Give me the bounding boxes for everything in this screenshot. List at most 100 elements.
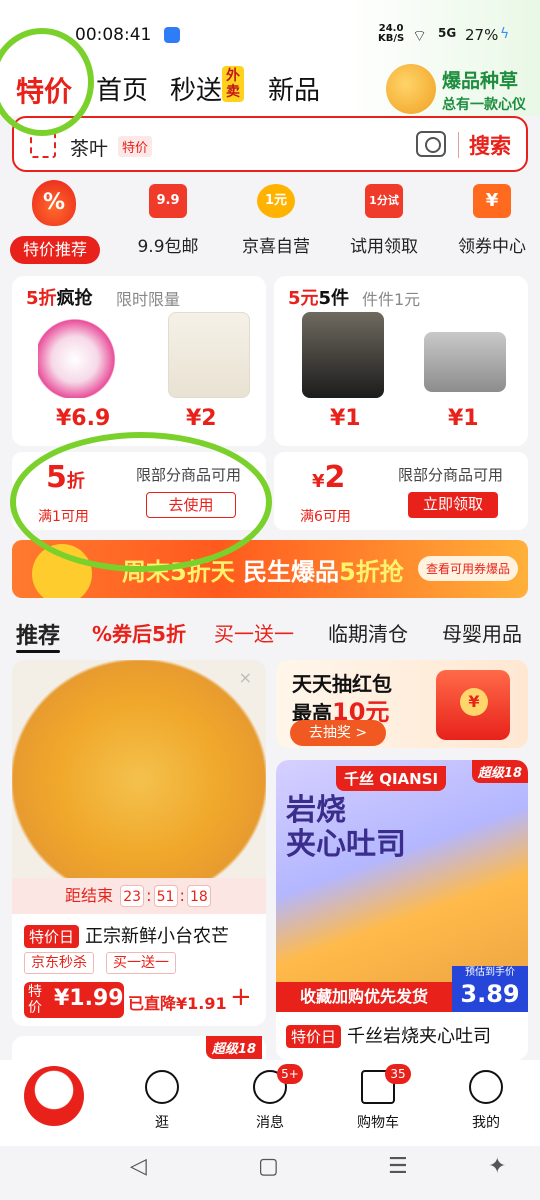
nav-stroll[interactable]: 逛 [122,1070,202,1132]
tab-miaosong[interactable]: 秒送 [170,70,222,107]
super18-badge: 超级18 [205,1036,262,1059]
promo-subtitle: 总有一款心仪 [442,97,526,113]
estimated-price: 预估到手价 3.89 [452,966,528,1012]
coupon-condition: 满6可用 [300,509,351,525]
priority-ship-bar: 收藏加购优先发货 [276,982,452,1012]
trial-gift-icon: 1分试 [365,184,403,218]
tab-clearance[interactable]: 临期清仓 [328,618,408,647]
towel-image [424,332,506,392]
charging-icon: ϟ [500,26,510,42]
tab-new[interactable]: 新品 [268,70,320,107]
deal-heading: 5折疯抢 [26,288,93,309]
back-icon[interactable]: ◁ [130,1154,147,1179]
tag-jd-seckill: 京东秒杀 [24,952,94,974]
search-input[interactable]: 茶叶 [70,134,108,161]
banner-button[interactable]: 查看可用券爆品 [417,556,518,581]
battery-level: 27% [465,26,499,44]
category-label: 试用领取 [350,237,418,257]
tab-half-after-coupon[interactable]: %券后5折 [92,618,186,647]
message-badge: 5+ [277,1064,303,1084]
shoe-icon [386,64,436,114]
close-icon[interactable]: × [239,668,252,687]
search-tag: 特价 [118,136,153,157]
countdown-timer: 距结束 23:51:18 [12,878,266,914]
promo-banner[interactable]: 爆品种草 总有一款心仪 [380,54,540,124]
camera-icon[interactable] [416,131,446,157]
cart-icon: 35 [361,1064,411,1104]
coupon-condition: 满1可用 [38,509,89,525]
accessibility-icon[interactable]: ✦ [488,1154,506,1179]
use-coupon-button[interactable]: 去使用 [146,492,236,518]
scan-icon[interactable] [30,132,56,158]
add-to-cart-icon[interactable]: + [230,982,252,1012]
top-tab-bar: 特价 首页 秒送 外卖 新品 爆品种草 总有一款心仪 [0,60,540,116]
banner-title: 周末5折天 民生爆品5折抢 [122,558,404,586]
deal-price: ¥1 [448,406,479,431]
coupon-half-price[interactable]: 5折 满1可用 限部分商品可用 去使用 [12,452,266,530]
tab-recommend[interactable]: 推荐 [16,618,60,653]
category-label: 领券中心 [458,237,526,257]
category-jingxi-ziying[interactable]: 1元 京喜自营 [226,184,326,257]
status-time: 00:08:41 [75,25,152,45]
weekend-sale-banner[interactable]: 周末5折天 民生爆品5折抢 查看可用券爆品 [12,540,528,598]
product-card-mango[interactable]: × 距结束 23:51:18 特价日 正宗新鲜小台农芒 京东秒杀 买一送一 特价 … [12,660,266,1026]
category-coupon-center[interactable]: ¥ 领券中心 [442,184,540,257]
search-bar[interactable]: 茶叶 特价 搜索 [12,116,528,172]
coupon-desc: 限部分商品可用 [398,466,504,484]
category-label: 特价推荐 [10,236,100,264]
home-icon[interactable]: ▢ [258,1154,279,1179]
price-box: 特价 ¥1.99 [24,982,124,1018]
toast-image: 千丝 QIANSI 超级18 岩烧 夹心吐司 收藏加购优先发货 预估到手价 3.8… [276,760,528,1012]
nav-profile[interactable]: 我的 [446,1070,526,1132]
dragon-fruit-image [38,312,120,398]
toast-headline: 岩烧 夹心吐司 [286,793,406,862]
promo-title: 爆品种草 [442,70,519,92]
cart-badge: 35 [385,1064,411,1084]
category-99-baoyou[interactable]: 9.9 9.9包邮 [118,184,218,257]
product-title: 特价日 千丝岩烧夹心吐司 [286,1022,491,1048]
nav-messages[interactable]: 5+ 消息 [230,1064,310,1132]
tab-home[interactable]: 首页 [96,70,148,107]
search-divider [458,132,459,158]
price-drop: 已直降¥1.91 [128,994,227,1013]
category-label: 京喜自营 [242,237,310,257]
nav-cart[interactable]: 35 购物车 [338,1064,418,1132]
claim-coupon-button[interactable]: 立即领取 [408,492,498,518]
message-icon: 5+ [253,1064,303,1104]
red-packet-card[interactable]: 天天抽红包 最高10元 去抽奖 > [276,660,528,748]
red-envelope-icon [436,670,510,740]
deal-price: ¥2 [186,406,217,431]
recents-icon[interactable]: ☰ [388,1154,408,1179]
jd-mascot-icon[interactable] [24,1066,84,1126]
coupon-two-yuan[interactable]: ¥2 满6可用 限部分商品可用 立即领取 [274,452,528,530]
tab-baby[interactable]: 母婴用品 [442,618,522,647]
deal-subheading: 件件1元 [362,290,421,309]
waimai-badge: 外卖 [222,66,244,102]
bottom-nav: 逛 5+ 消息 35 购物车 我的 [0,1060,540,1146]
mascot-icon [32,544,92,598]
product-card-toast[interactable]: 千丝 QIANSI 超级18 岩烧 夹心吐司 收藏加购优先发货 预估到手价 3.8… [276,760,528,1060]
category-trial[interactable]: 1分试 试用领取 [334,184,434,257]
stroll-icon [145,1070,179,1104]
nine-nine-icon: 9.9 [149,184,187,218]
super18-badge: 超级18 [471,760,528,783]
recommend-tabs: 推荐 %券后5折 买一送一 临期清仓 母婴用品 [0,610,540,654]
coupon-desc: 限部分商品可用 [136,466,242,484]
one-yuan-badge-icon: 1元 [257,184,295,218]
tab-tejia[interactable]: 特价 [16,70,72,110]
tab-buy-one-get-one[interactable]: 买一送一 [214,618,294,647]
coupon-amount: ¥2 [312,460,346,495]
deal-heading: 5元5件 [288,288,350,309]
tag-bogo: 买一送一 [106,952,176,974]
deal-card-five-for-five[interactable]: 5元5件 件件1元 ¥1 ¥1 [274,276,528,446]
oat-bag-image [168,312,250,398]
deal-subheading: 限时限量 [116,290,181,309]
coupon-yen-icon: ¥ [473,184,511,218]
wifi-icon: ⌔ [412,26,428,45]
draw-button[interactable]: 去抽奖 > [290,720,386,746]
deal-card-half-price[interactable]: 5折疯抢 限时限量 ¥6.9 ¥2 [12,276,266,446]
flame-percent-icon: % [32,180,76,226]
category-row: % 特价推荐 9.9 9.9包邮 1元 京喜自营 1分试 试用领取 ¥ 领券中心 [0,180,540,264]
search-button[interactable]: 搜索 [469,130,511,160]
coupon-amount: 5折 [46,460,85,495]
